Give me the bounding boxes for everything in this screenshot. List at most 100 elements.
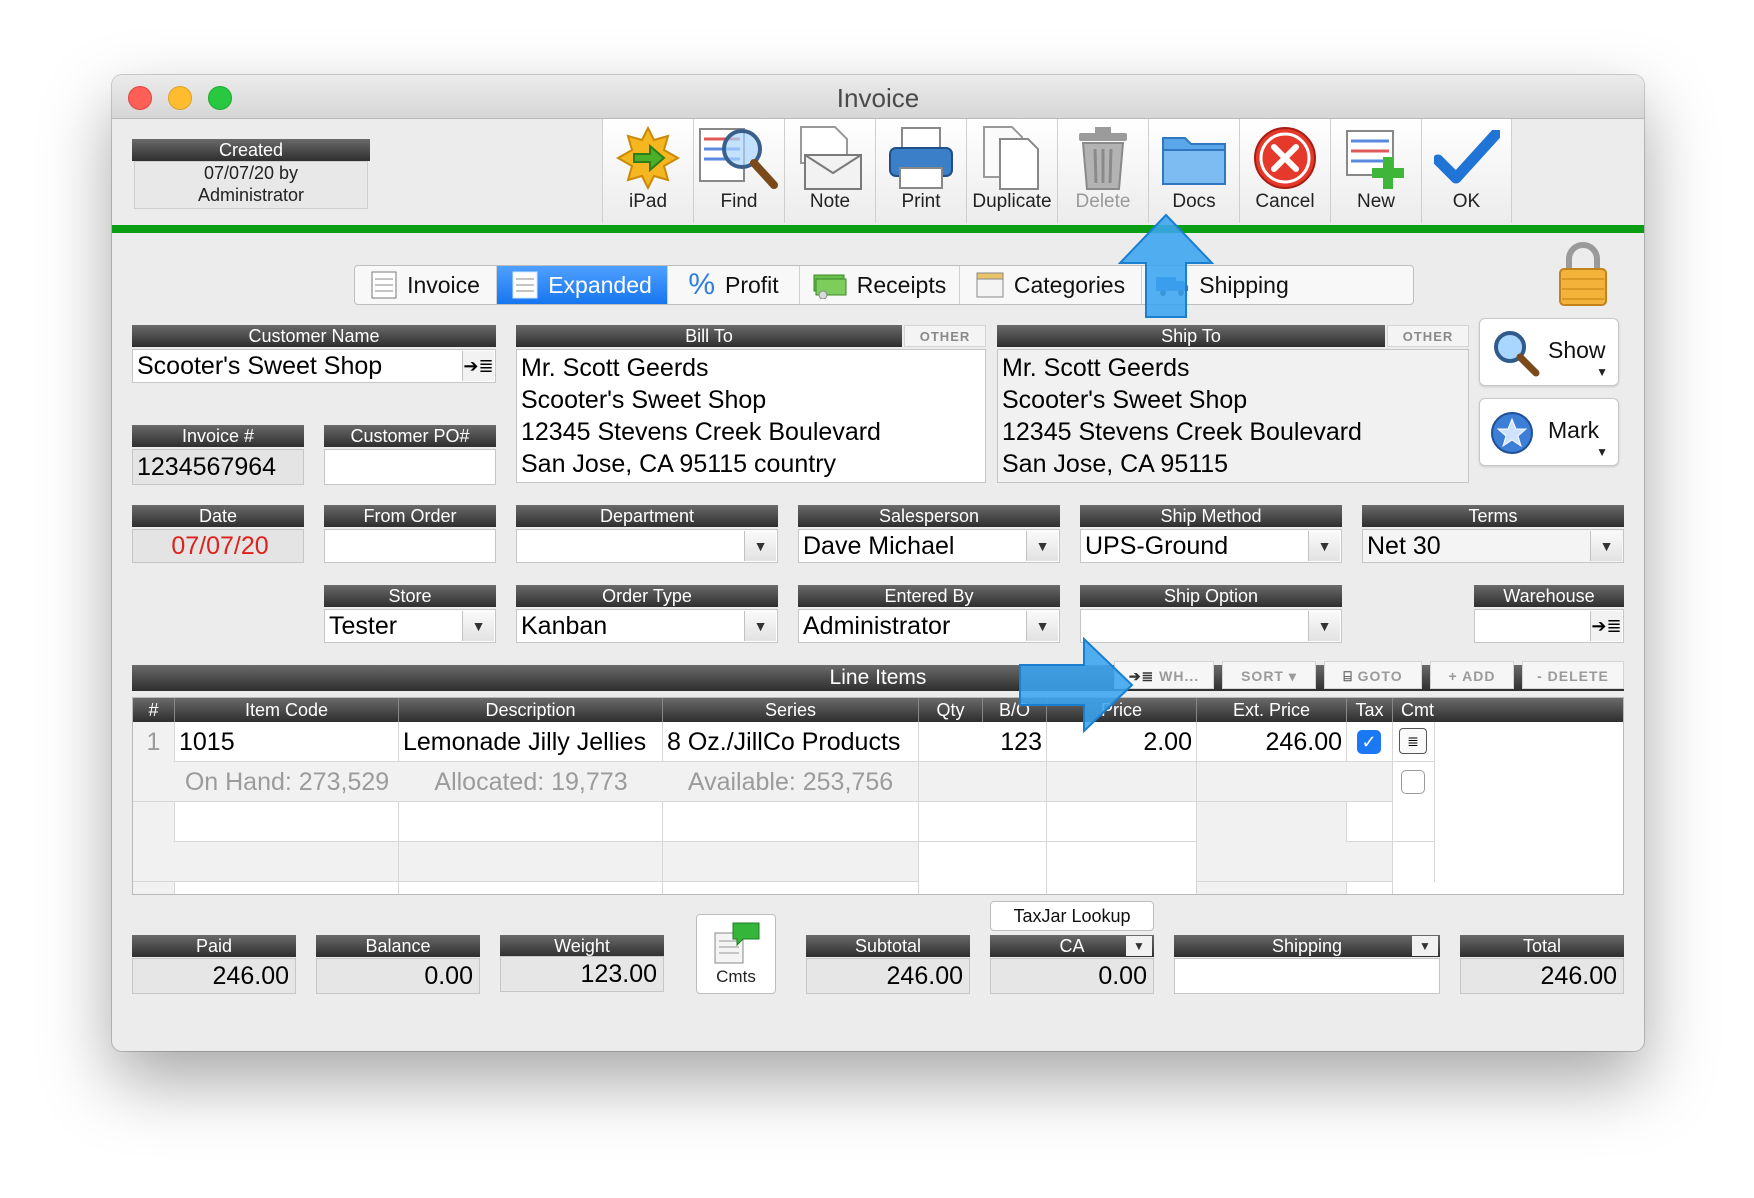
status-bar — [112, 225, 1644, 233]
delete-line-button[interactable]: - DELETE — [1522, 661, 1624, 689]
ext-price-cell[interactable]: 246.00 — [1197, 722, 1347, 762]
chevron-down-icon[interactable]: ▼ — [1590, 531, 1622, 561]
callout-arrow-right — [1019, 636, 1134, 734]
tax-cell[interactable] — [1347, 882, 1393, 894]
item-code-cell[interactable] — [175, 882, 399, 894]
item-code-cell[interactable] — [175, 802, 399, 842]
tax-cell: ✓ — [1347, 722, 1393, 762]
bo-cell[interactable] — [919, 842, 1047, 882]
taxjar-lookup-button[interactable]: TaxJar Lookup — [990, 901, 1154, 931]
description-cell[interactable] — [399, 882, 663, 894]
comments-button[interactable]: Cmts — [696, 914, 776, 994]
shipping-label[interactable]: Shipping ▼ — [1174, 935, 1440, 957]
terms-select[interactable]: Net 30 ▼ — [1362, 529, 1624, 563]
column-header[interactable]: Tax — [1347, 698, 1393, 722]
series-cell[interactable] — [663, 842, 919, 882]
from-order-field[interactable] — [324, 529, 496, 563]
tab-categories[interactable]: Categories — [960, 266, 1142, 304]
tax-checkbox[interactable]: ✓ — [1357, 730, 1381, 754]
warehouse-field[interactable]: ➔≣ — [1474, 609, 1624, 643]
print-button[interactable]: Print — [875, 119, 966, 223]
series-cell[interactable] — [663, 802, 919, 842]
find-button[interactable]: Find — [693, 119, 784, 223]
warehouse-lookup-icon[interactable]: ➔≣ — [1590, 611, 1622, 641]
ship-to-address[interactable]: Mr. Scott Geerds Scooter's Sweet Shop 12… — [997, 349, 1469, 483]
row-number — [133, 802, 175, 842]
column-header[interactable]: Description — [399, 698, 663, 722]
price-cell[interactable] — [1047, 842, 1197, 882]
customer-lookup-icon[interactable]: ➔≣ — [462, 351, 494, 381]
series-cell[interactable]: 8 Oz./JillCo Products — [663, 722, 919, 762]
tab-profit[interactable]: % Profit — [668, 266, 800, 304]
lock-icon[interactable] — [1557, 241, 1609, 307]
chevron-down-icon[interactable]: ▼ — [462, 611, 494, 641]
table-row[interactable]: 1 1015 Lemonade Jilly Jellies 8 Oz./Jill… — [133, 722, 1435, 762]
comment-icon[interactable]: ≣ — [1399, 728, 1427, 754]
description-cell[interactable] — [399, 802, 663, 842]
cancel-button[interactable]: Cancel — [1239, 119, 1330, 223]
duplicate-button[interactable]: Duplicate — [966, 119, 1057, 223]
table-row[interactable] — [133, 842, 1435, 882]
sort-button[interactable]: SORT ▾ — [1222, 661, 1316, 689]
goto-button[interactable]: ⌸ GOTO — [1324, 661, 1422, 689]
salesperson-select[interactable]: Dave Michael ▼ — [798, 529, 1060, 563]
shipping-chevron-down-icon[interactable]: ▼ — [1412, 936, 1438, 956]
bill-to-address[interactable]: Mr. Scott Geerds Scooter's Sweet Shop 12… — [516, 349, 986, 483]
shipping-field[interactable] — [1174, 958, 1440, 994]
column-header[interactable]: Ext. Price — [1197, 698, 1347, 722]
chevron-down-icon[interactable]: ▼ — [744, 531, 776, 561]
customer-name-field[interactable]: Scooter's Sweet Shop ➔≣ — [132, 349, 496, 383]
tab-expanded[interactable]: Expanded — [497, 266, 668, 304]
delete-button[interactable]: Delete — [1057, 119, 1148, 223]
table-row[interactable] — [133, 802, 1435, 842]
tab-invoice[interactable]: Invoice — [355, 266, 497, 304]
mark-button[interactable]: Mark ▼ — [1479, 398, 1619, 466]
note-button[interactable]: Note — [784, 119, 875, 223]
ship-to-other-button[interactable]: OTHER — [1387, 325, 1469, 347]
ship-method-select[interactable]: UPS-Ground ▼ — [1080, 529, 1342, 563]
chevron-down-icon[interactable]: ▼ — [1308, 611, 1340, 641]
order-type-value: Kanban — [521, 612, 608, 640]
series-cell[interactable] — [663, 882, 919, 894]
bo-cell[interactable] — [919, 882, 1047, 894]
tax-cell[interactable] — [1347, 802, 1393, 842]
invoice-number-label: Invoice # — [132, 425, 304, 447]
chevron-down-icon[interactable]: ▼ — [1026, 531, 1058, 561]
ipad-button[interactable]: iPad — [602, 119, 693, 223]
item-code-cell[interactable]: 1015 — [175, 722, 399, 762]
tax-region-chevron-down-icon[interactable]: ▼ — [1126, 936, 1152, 956]
date-field[interactable]: 07/07/20 — [132, 529, 304, 563]
table-row[interactable] — [133, 882, 1435, 894]
comment-cell[interactable] — [1393, 842, 1435, 882]
show-button[interactable]: Show ▼ — [1479, 318, 1619, 386]
bill-to-other-button[interactable]: OTHER — [904, 325, 986, 347]
add-line-button[interactable]: + ADD — [1430, 661, 1514, 689]
chevron-down-icon[interactable]: ▼ — [1308, 531, 1340, 561]
comment-cell: ≣ — [1393, 722, 1435, 762]
order-type-select[interactable]: Kanban ▼ — [516, 609, 778, 643]
column-header[interactable]: Qty — [919, 698, 983, 722]
bo-cell[interactable] — [919, 802, 1047, 842]
new-button[interactable]: New — [1330, 119, 1421, 223]
docs-button[interactable]: Docs — [1148, 119, 1239, 223]
price-cell[interactable] — [1047, 802, 1197, 842]
store-select[interactable]: Tester ▼ — [324, 609, 496, 643]
ok-button[interactable]: OK — [1421, 119, 1512, 223]
total-value: 246.00 — [1460, 958, 1624, 994]
weight-label: Weight — [500, 935, 664, 957]
customer-po-field[interactable] — [324, 449, 496, 485]
tab-receipts[interactable]: Receipts — [800, 266, 960, 304]
chevron-down-icon[interactable]: ▼ — [744, 611, 776, 641]
item-code-cell[interactable] — [133, 842, 399, 882]
department-select[interactable]: ▼ — [516, 529, 778, 563]
comment-checkbox[interactable] — [1401, 770, 1425, 794]
tax-region-label[interactable]: CA ▼ — [990, 935, 1154, 957]
comment-cell[interactable] — [1393, 802, 1435, 842]
column-header[interactable]: Series — [663, 698, 919, 722]
comments-button-label: Cmts — [716, 967, 756, 986]
description-cell[interactable] — [399, 842, 663, 882]
column-header[interactable]: Cmt — [1393, 698, 1623, 722]
description-cell[interactable]: Lemonade Jilly Jellies — [399, 722, 663, 762]
column-header[interactable]: Item Code — [175, 698, 399, 722]
price-cell[interactable] — [1047, 882, 1197, 894]
